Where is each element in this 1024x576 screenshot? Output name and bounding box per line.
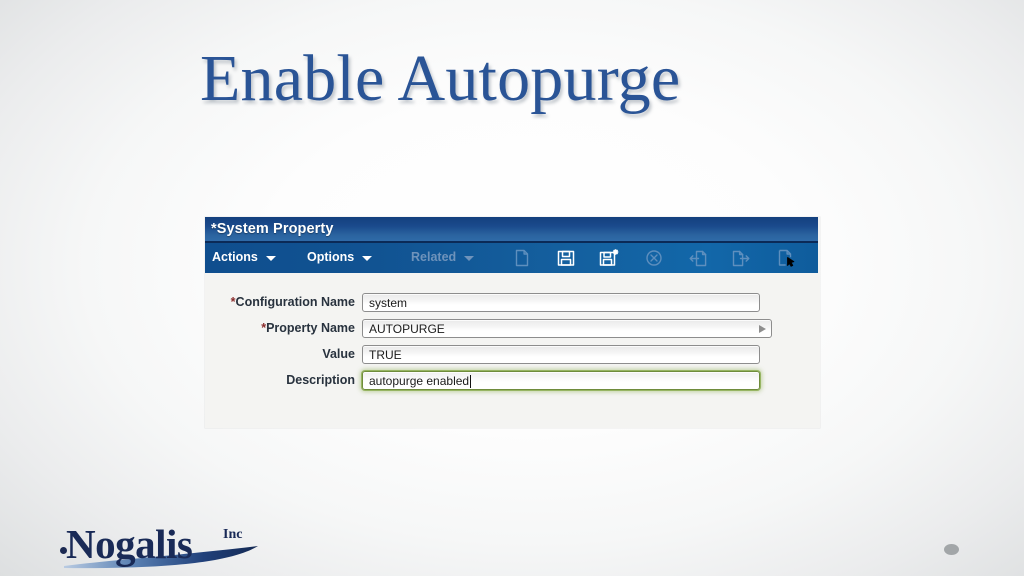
description-label: Description: [286, 373, 355, 387]
chevron-down-icon: [265, 255, 276, 261]
menu-options-label: Options: [307, 250, 355, 264]
save-as-icon[interactable]: [598, 247, 620, 269]
window-title: *System Property: [211, 221, 334, 237]
page-title: Enable Autopurge: [200, 42, 681, 115]
window-titlebar: *System Property: [205, 217, 818, 243]
slide-canvas: Enable Autopurge *System Property Action…: [0, 0, 1024, 576]
logo-wordmark: Nogalis: [66, 521, 193, 567]
logo-inc-suffix: Inc: [223, 527, 243, 542]
property-name-value: AUTOPURGE: [369, 322, 445, 336]
select-icon: [775, 247, 797, 269]
property-name-input[interactable]: AUTOPURGE: [362, 319, 772, 338]
export-icon: [730, 247, 752, 269]
value-value: TRUE: [369, 348, 402, 362]
menu-actions[interactable]: Actions: [212, 250, 276, 264]
menu-related: Related: [411, 250, 475, 264]
save-icon[interactable]: [555, 247, 577, 269]
value-input[interactable]: TRUE: [362, 345, 760, 364]
new-document-icon[interactable]: [511, 247, 533, 269]
system-property-window: *System Property Actions Options Related: [205, 217, 820, 428]
menu-related-label: Related: [411, 250, 457, 264]
import-icon: [687, 247, 709, 269]
configuration-name-value: system: [369, 296, 408, 310]
decorative-dot: [944, 544, 959, 555]
menu-actions-label: Actions: [212, 250, 258, 264]
cancel-icon: [643, 247, 665, 269]
text-cursor: [470, 375, 472, 388]
configuration-name-input[interactable]: system: [362, 293, 760, 312]
configuration-name-label: *Configuration Name: [230, 295, 355, 309]
chevron-down-icon: [362, 255, 373, 261]
description-value: autopurge enabled: [369, 374, 470, 388]
window-toolbar: Actions Options Related: [205, 243, 818, 273]
description-input[interactable]: autopurge enabled: [362, 371, 760, 390]
property-form: *Configuration Name system *Property Nam…: [205, 273, 820, 428]
chevron-down-icon: [464, 255, 475, 261]
list-of-values-arrow-icon[interactable]: [759, 325, 766, 333]
nogalis-logo: Nogalis Inc: [58, 524, 268, 570]
menu-options[interactable]: Options: [307, 250, 373, 264]
property-name-label: *Property Name: [261, 321, 355, 335]
value-label: Value: [322, 347, 355, 361]
